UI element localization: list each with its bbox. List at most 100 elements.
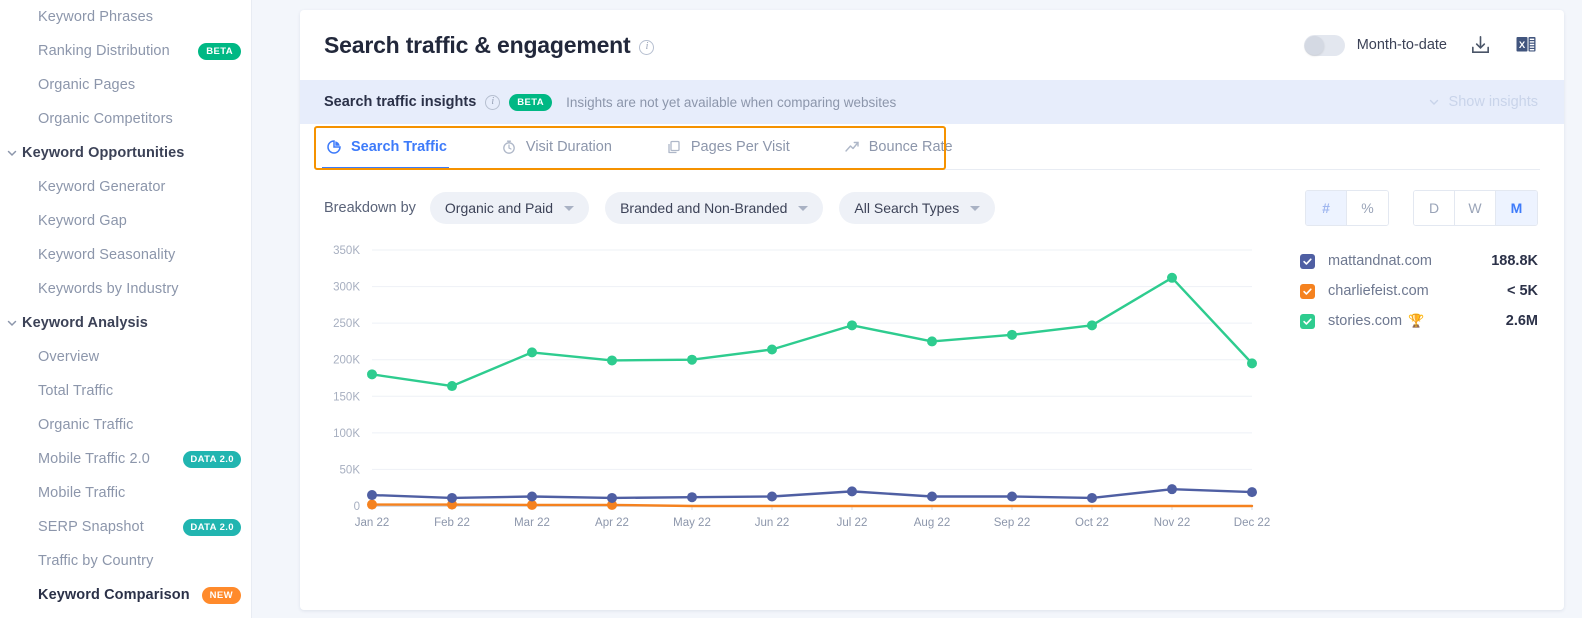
insight-title: Search traffic insights [324, 94, 477, 110]
data-point [1167, 484, 1177, 495]
chevron-down-icon [7, 150, 17, 157]
sidebar-item-overview[interactable]: Overview [0, 340, 251, 374]
svg-text:Jan 22: Jan 22 [355, 517, 390, 529]
data-point [607, 492, 617, 503]
segment-groups: #% DWM [1305, 190, 1538, 226]
data-point [447, 381, 457, 392]
download-icon[interactable] [1469, 34, 1492, 57]
sidebar-item-label: Organic Traffic [38, 417, 134, 433]
sidebar-item-mobile-traffic-2-0[interactable]: Mobile Traffic 2.0 DATA 2.0 [0, 442, 251, 476]
sidebar-item-keyword-analysis[interactable]: Keyword Analysis [0, 306, 251, 340]
legend-checkbox[interactable] [1300, 313, 1315, 329]
page-title: Search traffic & engagement [324, 31, 631, 58]
insight-message: Insights are not yet available when comp… [566, 94, 897, 110]
tab-label: Bounce Rate [868, 138, 953, 155]
tab-pages-per-visit[interactable]: Pages Per Visit [666, 124, 812, 169]
unit-percent[interactable]: % [1347, 191, 1388, 225]
period-segment-control: DWM [1413, 190, 1538, 226]
chevron-down-icon[interactable] [6, 147, 18, 159]
insight-info-icon[interactable]: i [485, 94, 501, 110]
tab-visit-duration[interactable]: Visit Duration [501, 124, 634, 169]
legend-label: charliefeist.com [1328, 283, 1429, 299]
data-point [927, 491, 937, 502]
title-info-icon[interactable]: i [639, 39, 655, 55]
sidebar-item-traffic-by-country[interactable]: Traffic by Country [0, 544, 251, 578]
sidebar-item-total-traffic[interactable]: Total Traffic [0, 374, 251, 408]
sidebar-item-serp-snapshot[interactable]: SERP Snapshot DATA 2.0 [0, 510, 251, 544]
tab-label: Pages Per Visit [690, 138, 790, 155]
chevron-down-icon[interactable] [6, 317, 18, 329]
sidebar-item-keyword-generator[interactable]: Keyword Generator [0, 170, 251, 204]
sidebar-item-label: Ranking Distribution [38, 43, 170, 59]
svg-text:0: 0 [354, 501, 360, 513]
svg-text:100K: 100K [333, 428, 360, 440]
sidebar-item-keyword-opportunities[interactable]: Keyword Opportunities [0, 136, 251, 170]
data-point [1167, 272, 1177, 283]
sidebar-item-ranking-distribution[interactable]: Ranking Distribution BETA [0, 34, 251, 68]
unit-hash[interactable]: # [1306, 191, 1347, 225]
sidebar-item-label: Keywords by Industry [38, 281, 179, 297]
dropdown-search-types[interactable]: All Search Types [839, 192, 996, 224]
sidebar-item-organic-competitors[interactable]: Organic Competitors [0, 102, 251, 136]
caret-down-icon [564, 205, 575, 211]
legend-item[interactable]: charliefeist.com < 5K [1300, 276, 1538, 306]
svg-text:Feb 22: Feb 22 [434, 517, 470, 529]
sidebar-item-label: Keyword Phrases [38, 9, 154, 25]
sidebar-item-keyword-gap[interactable]: Keyword Gap [0, 204, 251, 238]
legend-item[interactable]: mattandnat.com 188.8K [1300, 246, 1538, 276]
sidebar-item-label: Traffic by Country [38, 553, 154, 569]
sidebar-item-keyword-phrases[interactable]: Keyword Phrases [0, 0, 251, 34]
period-w[interactable]: W [1455, 191, 1496, 225]
search-traffic-card: Search traffic & engagement i Month-to-d… [300, 10, 1564, 610]
data-point [1007, 329, 1017, 340]
data-point [847, 320, 857, 331]
data-point [1007, 491, 1017, 502]
chart-controls: Breakdown by Organic and Paid Branded an… [300, 170, 1564, 226]
show-insights-button[interactable]: Show insights [1428, 94, 1538, 110]
data-point [367, 499, 377, 510]
sidebar-item-keyword-comparison[interactable]: Keyword Comparison NEW [0, 578, 251, 612]
sidebar-item-organic-traffic[interactable]: Organic Traffic [0, 408, 251, 442]
month-to-date-toggle[interactable] [1303, 34, 1345, 56]
sidebar-badge-data: DATA 2.0 [183, 450, 241, 468]
sidebar-item-label: Mobile Traffic 2.0 [38, 451, 150, 467]
legend-label: mattandnat.com [1328, 253, 1432, 269]
svg-text:Jul 22: Jul 22 [837, 517, 868, 529]
period-d[interactable]: D [1414, 191, 1455, 225]
data-point [1087, 320, 1097, 331]
data-point [847, 486, 857, 497]
main-content: Search traffic & engagement i Month-to-d… [252, 0, 1582, 618]
dropdown-branded[interactable]: Branded and Non-Branded [605, 192, 824, 224]
excel-export-icon[interactable]: X [1514, 33, 1538, 57]
dropdown-search-types-value: All Search Types [854, 200, 960, 216]
svg-text:Nov 22: Nov 22 [1154, 517, 1190, 529]
dropdown-organic-and-paid[interactable]: Organic and Paid [429, 192, 590, 224]
sidebar-badge-beta: BETA [198, 42, 241, 60]
data-point [527, 347, 537, 358]
svg-text:May 22: May 22 [673, 517, 711, 529]
tabs-container: Search Traffic Visit Duration Pages Per Vi… [300, 124, 1564, 170]
sidebar-item-keywords-by-industry[interactable]: Keywords by Industry [0, 272, 251, 306]
period-m[interactable]: M [1496, 191, 1537, 225]
data-point [767, 491, 777, 502]
dropdown-organic-and-paid-value: Organic and Paid [444, 200, 554, 216]
legend-value: 2.6M [1505, 313, 1538, 329]
legend-checkbox[interactable] [1300, 253, 1315, 269]
legend-checkbox[interactable] [1300, 283, 1315, 299]
sidebar-item-mobile-traffic[interactable]: Mobile Traffic [0, 476, 251, 510]
trophy-icon: 🏆 [1408, 313, 1425, 328]
legend-label: stories.com [1328, 313, 1403, 329]
data-point [1247, 487, 1257, 498]
chevron-down-icon [1429, 99, 1438, 105]
legend-item[interactable]: stories.com 🏆 2.6M [1300, 306, 1538, 336]
data-point [687, 492, 697, 503]
tab-search-traffic[interactable]: Search Traffic [322, 124, 469, 170]
svg-text:200K: 200K [333, 355, 360, 367]
sidebar-item-organic-pages[interactable]: Organic Pages [0, 68, 251, 102]
data-point [527, 491, 537, 502]
sidebar-item-label: Organic Competitors [38, 111, 173, 127]
legend-value: 188.8K [1491, 253, 1538, 269]
sidebar-item-keyword-seasonality[interactable]: Keyword Seasonality [0, 238, 251, 272]
sidebar-item-label: Overview [38, 349, 100, 365]
tab-bounce-rate[interactable]: Bounce Rate [844, 124, 975, 169]
